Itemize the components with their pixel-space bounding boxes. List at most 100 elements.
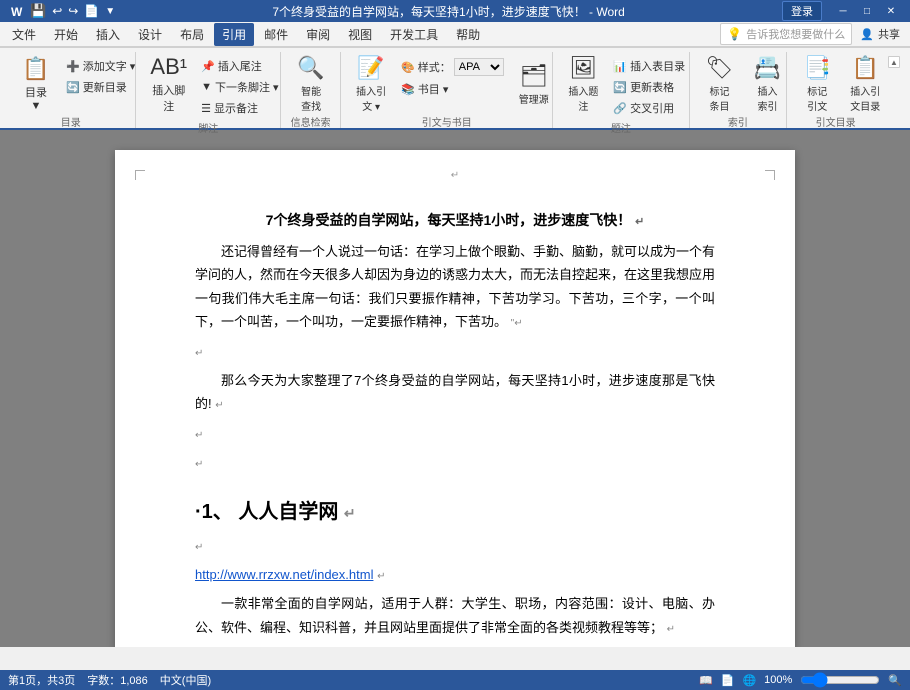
menu-references[interactable]: 引用 — [214, 23, 254, 46]
style-select[interactable]: APA MLA — [454, 58, 504, 76]
menu-layout[interactable]: 布局 — [172, 23, 212, 46]
ribbon-group-ta-content: 📑 标记引文 📋 插入引文目录 — [795, 56, 887, 112]
insert-footnote-icon: AB¹ — [150, 54, 187, 80]
insert-ta-button[interactable]: 📋 插入引文目录 — [843, 56, 887, 112]
smart-lookup-icon: 🔍 — [297, 55, 324, 81]
help-search[interactable]: 💡 告诉我您想要做什么 — [720, 23, 852, 45]
zoom-in-icon[interactable]: 🔍 — [888, 674, 902, 687]
insert-table-figures-icon: 📊 — [613, 60, 627, 73]
style-selector[interactable]: 🎨 样式： APA MLA — [397, 56, 508, 78]
menu-developer[interactable]: 开发工具 — [382, 23, 446, 46]
insert-citation-button[interactable]: 📝 插入引文 ▾ — [349, 56, 393, 112]
section-1-body[interactable]: ↵ http://www.rrzxw.net/index.html ↵ 一款非常… — [195, 534, 715, 647]
bibliography-icon: 📚 — [401, 83, 415, 96]
ribbon-group-toc-content: 📋 目录 ▼ ➕ 添加文字 ▾ 🔄 更新目录 — [14, 56, 139, 112]
corner-tr — [765, 170, 775, 180]
index-group-label: 索引 — [698, 112, 779, 129]
smart-lookup-button[interactable]: 🔍 智能查找 — [289, 56, 333, 112]
new-doc-icon[interactable]: 📄 — [84, 4, 99, 18]
manage-sources-button[interactable]: 🗂 管理源 — [512, 56, 556, 112]
menu-home[interactable]: 开始 — [46, 23, 86, 46]
word-count: 字数：1,086 — [87, 672, 148, 688]
insert-table-figures-button[interactable]: 📊 插入表目录 — [609, 56, 689, 76]
para-1: 还记得曾经有一个人说过一句话：在学习上做个眼勤、手勤、脑勤，就可以成为一个有学问… — [195, 240, 715, 334]
view-read-icon[interactable]: 📖 — [699, 674, 713, 687]
insert-caption-button[interactable]: 🖼 插入题注 — [561, 56, 605, 112]
toc-label: 目录 ▼ — [20, 84, 52, 112]
style-label: 样式： — [418, 59, 451, 75]
insert-ta-icon: 📋 — [852, 55, 879, 81]
mark-citation-button[interactable]: 📑 标记引文 — [795, 56, 839, 112]
citations-group-label: 引文与书目 — [349, 112, 544, 129]
save-icon[interactable]: 💾 — [30, 3, 46, 19]
status-bar: 第1页，共3页 字数：1,086 中文(中国) 📖 📄 🌐 100% 🔍 — [0, 670, 910, 690]
para-mark-1: "↵ — [511, 318, 523, 329]
ribbon-group-search: 🔍 智能查找 信息检索 — [281, 52, 341, 128]
cross-reference-label: 交叉引用 — [630, 100, 674, 116]
style-icon: 🎨 — [401, 61, 415, 74]
insert-index-button[interactable]: 📇 插入索引 — [746, 56, 790, 112]
insert-footnote-button[interactable]: AB¹ 插入脚注 — [144, 56, 193, 112]
blank-before-url: ↵ — [195, 534, 715, 557]
bibliography-button[interactable]: 📚 书目 ▾ — [397, 79, 508, 99]
blank-line-2: ↵ — [195, 422, 715, 445]
url-line[interactable]: http://www.rrzxw.net/index.html ↵ — [195, 563, 715, 586]
ribbon-group-index-content: 🏷 标记条目 📇 插入索引 — [698, 56, 790, 112]
quick-access-dropdown[interactable]: ▼ — [105, 6, 115, 17]
maximize-button[interactable]: □ — [856, 3, 878, 19]
next-footnote-label: 下一条脚注 ▾ — [215, 79, 279, 95]
para-2: 那么今天为大家整理了7个终身受益的自学网站，每天坚持1小时，进步速度那是飞快的!… — [195, 369, 715, 416]
next-footnote-button[interactable]: ▼ 下一条脚注 ▾ — [197, 77, 282, 97]
section-mark: ↵ — [344, 505, 356, 521]
mark-entry-label: 标记条目 — [710, 83, 730, 113]
word-icon: W — [8, 3, 24, 19]
add-text-button[interactable]: ➕ 添加文字 ▾ — [62, 56, 139, 76]
insert-endnote-button[interactable]: 📌 插入尾注 — [197, 56, 282, 76]
toc-button[interactable]: 📋 目录 ▼ — [14, 56, 58, 112]
user-icon: 👤 — [860, 28, 874, 41]
menu-help[interactable]: 帮助 — [448, 23, 488, 46]
update-table-icon: 🔄 — [613, 81, 627, 94]
ribbon-group-citations: 📝 插入引文 ▾ 🎨 样式： APA MLA 📚 书目 ▾ — [341, 52, 553, 128]
ribbon: 📋 目录 ▼ ➕ 添加文字 ▾ 🔄 更新目录 目录 — [0, 47, 910, 130]
show-notes-button[interactable]: ☰ 显示备注 — [197, 98, 282, 118]
mark-entry-icon: 🏷 — [706, 55, 734, 81]
help-search-text: 告诉我您想要做什么 — [746, 26, 845, 42]
update-table-button[interactable]: 🔄 更新表格 — [609, 77, 689, 97]
caption-group-label: 题注 — [561, 118, 680, 135]
insert-citation-label: 插入引文 ▾ — [355, 83, 387, 113]
cross-reference-button[interactable]: 🔗 交叉引用 — [609, 98, 689, 118]
redo-icon[interactable]: ↪ — [68, 4, 78, 18]
lightbulb-icon: 💡 — [727, 27, 742, 41]
footnote-group-label: 脚注 — [144, 118, 272, 135]
menu-view[interactable]: 视图 — [340, 23, 380, 46]
zoom-slider[interactable] — [800, 673, 880, 687]
toc-sub-buttons: ➕ 添加文字 ▾ 🔄 更新目录 — [62, 56, 139, 97]
doc-body[interactable]: 还记得曾经有一个人说过一句话：在学习上做个眼勤、手勤、脑勤，就可以成为一个有学问… — [195, 240, 715, 475]
menu-insert[interactable]: 插入 — [88, 23, 128, 46]
window-controls: ─ □ ✕ — [832, 3, 902, 19]
ribbon-group-toc: 📋 目录 ▼ ➕ 添加文字 ▾ 🔄 更新目录 目录 — [6, 52, 136, 128]
menu-mailings[interactable]: 邮件 — [256, 23, 296, 46]
mark-entry-button[interactable]: 🏷 标记条目 — [698, 56, 742, 112]
login-button[interactable]: 登录 — [782, 1, 822, 21]
menu-file[interactable]: 文件 — [4, 23, 44, 46]
document-area[interactable]: ↵ 7个终身受益的自学网站，每天坚持1小时，进步速度飞快！ ↵ 还记得曾经有一个… — [0, 130, 910, 647]
menu-review[interactable]: 审阅 — [298, 23, 338, 46]
status-right: 📖 📄 🌐 100% 🔍 — [699, 673, 902, 687]
ribbon-collapse-button[interactable]: ▲ — [888, 56, 900, 68]
update-toc-button[interactable]: 🔄 更新目录 — [62, 77, 139, 97]
caption-sub: 📊 插入表目录 🔄 更新表格 🔗 交叉引用 — [609, 56, 689, 118]
view-web-icon[interactable]: 🌐 — [742, 674, 756, 687]
close-button[interactable]: ✕ — [880, 3, 902, 19]
undo-icon[interactable]: ↩ — [52, 4, 62, 18]
section-1-desc: 一款非常全面的自学网站，适用于人群：大学生、职场，内容范围：设计、电脑、办公、软… — [195, 592, 715, 639]
add-text-label: 添加文字 ▾ — [83, 58, 136, 74]
bibliography-label: 书目 ▾ — [418, 81, 449, 97]
minimize-button[interactable]: ─ — [832, 3, 854, 19]
update-table-label: 更新表格 — [630, 79, 674, 95]
menu-design[interactable]: 设计 — [130, 23, 170, 46]
view-print-icon[interactable]: 📄 — [721, 674, 735, 687]
blank-line-3: ↵ — [195, 451, 715, 474]
share-label[interactable]: 共享 — [878, 26, 900, 42]
